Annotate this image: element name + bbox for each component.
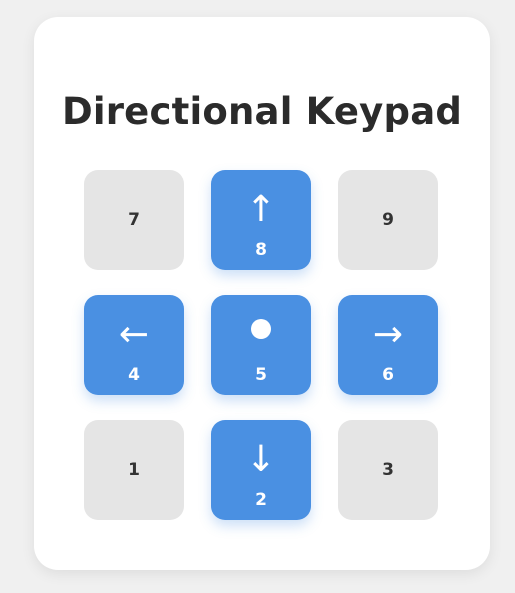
- key-7[interactable]: 7: [84, 170, 184, 270]
- keypad-card: Directional Keypad 7 ↑ 8 9 ← 4 5 → 6 1 ↓: [34, 17, 490, 570]
- arrow-down-icon: ↓: [245, 439, 277, 480]
- key-3[interactable]: 3: [338, 420, 438, 520]
- keypad-grid: 7 ↑ 8 9 ← 4 5 → 6 1 ↓ 2 3: [84, 170, 438, 520]
- key-number: 9: [382, 210, 394, 230]
- key-9[interactable]: 9: [338, 170, 438, 270]
- key-number: 6: [382, 365, 394, 385]
- center-dot-icon: [251, 319, 271, 339]
- arrow-up-icon: ↑: [245, 189, 277, 230]
- key-number: 7: [128, 210, 140, 230]
- page-title: Directional Keypad: [61, 90, 463, 133]
- key-number: 2: [255, 490, 267, 510]
- key-1[interactable]: 1: [84, 420, 184, 520]
- arrow-left-icon: ←: [118, 314, 150, 355]
- key-number: 1: [128, 460, 140, 480]
- key-2-down[interactable]: ↓ 2: [211, 420, 311, 520]
- key-number: 5: [255, 365, 267, 385]
- key-8-up[interactable]: ↑ 8: [211, 170, 311, 270]
- arrow-right-icon: →: [372, 314, 404, 355]
- key-4-left[interactable]: ← 4: [84, 295, 184, 395]
- key-number: 3: [382, 460, 394, 480]
- key-6-right[interactable]: → 6: [338, 295, 438, 395]
- key-5-center[interactable]: 5: [211, 295, 311, 395]
- key-number: 4: [128, 365, 140, 385]
- key-number: 8: [255, 240, 267, 260]
